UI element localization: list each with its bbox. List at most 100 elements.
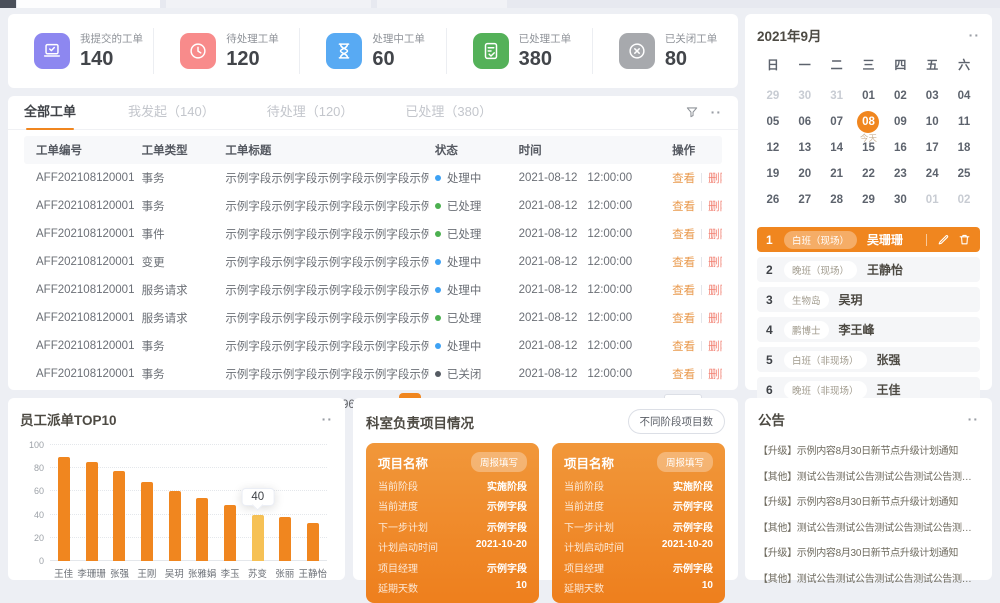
calendar-day[interactable]: 31 今天 bbox=[821, 85, 853, 111]
calendar-day[interactable]: 30 今天 bbox=[884, 189, 916, 215]
stage-count-button[interactable]: 不同阶段项目数 bbox=[628, 409, 726, 434]
projects-title: 科室负责项目情况 bbox=[366, 412, 474, 432]
calendar-day[interactable]: 07 今天 bbox=[821, 111, 853, 137]
workorder-tab[interactable]: 全部工单 bbox=[24, 96, 76, 130]
view-link[interactable]: 查看 bbox=[672, 313, 695, 325]
y-axis-tick: 0 bbox=[22, 556, 44, 566]
delete-link[interactable]: 删除 bbox=[708, 369, 722, 381]
divider bbox=[701, 369, 702, 379]
view-link[interactable]: 查看 bbox=[672, 229, 695, 241]
announcement-item[interactable]: 【其他】测试公告测试公告测试公告测试公告测试公告 bbox=[758, 570, 979, 585]
view-link[interactable]: 查看 bbox=[672, 257, 695, 269]
calendar-day[interactable]: 08 今天 bbox=[853, 111, 885, 137]
divider bbox=[701, 257, 702, 267]
announcement-item[interactable]: 【升级】示例内容8月30日新节点升级计划通知 bbox=[758, 442, 979, 457]
field-label: 计划启动时间 bbox=[564, 539, 624, 554]
more-icon[interactable]: ·· bbox=[968, 415, 979, 423]
col-header-status: 状态 bbox=[429, 136, 513, 164]
schedule-item[interactable]: 4 鹏博士 李王峰 bbox=[757, 317, 980, 342]
workorder-tab[interactable]: 待处理（120） bbox=[267, 96, 354, 130]
delete-link[interactable]: 删除 bbox=[708, 285, 722, 297]
delete-link[interactable]: 删除 bbox=[708, 257, 722, 269]
order-status: 处理中 bbox=[429, 276, 513, 304]
delete-link[interactable]: 删除 bbox=[708, 341, 722, 353]
calendar-day[interactable]: 30 今天 bbox=[789, 85, 821, 111]
field-value: 示例字段 bbox=[487, 498, 527, 513]
employee-name: 王佳 bbox=[877, 381, 901, 398]
more-icon[interactable]: ·· bbox=[322, 415, 333, 423]
view-link[interactable]: 查看 bbox=[672, 341, 695, 353]
workorder-tab[interactable]: 已处理（380） bbox=[405, 96, 492, 130]
y-axis-tick: 20 bbox=[22, 533, 44, 543]
announcement-item[interactable]: 【升级】示例内容8月30日新节点升级计划通知 bbox=[758, 544, 979, 559]
schedule-item[interactable]: 1 白班（现场） 吴珊珊 bbox=[757, 227, 980, 252]
calendar-day[interactable]: 12 今天 bbox=[757, 137, 789, 163]
announcement-item[interactable]: 【其他】测试公告测试公告测试公告测试公告测试公告 bbox=[758, 519, 979, 534]
calendar-day[interactable]: 02 今天 bbox=[948, 189, 980, 215]
view-link[interactable]: 查看 bbox=[672, 201, 695, 213]
weekly-report-button[interactable]: 周报填写 bbox=[471, 452, 527, 472]
schedule-item[interactable]: 3 生物岛 吴玥 bbox=[757, 287, 980, 312]
calendar-day[interactable]: 04 今天 bbox=[948, 85, 980, 111]
weekly-report-button[interactable]: 周报填写 bbox=[657, 452, 713, 472]
calendar-day[interactable]: 17 今天 bbox=[916, 137, 948, 163]
calendar-day[interactable]: 20 今天 bbox=[789, 163, 821, 189]
calendar-day[interactable]: 06 今天 bbox=[789, 111, 821, 137]
calendar-day[interactable]: 16 今天 bbox=[884, 137, 916, 163]
delete-link[interactable]: 删除 bbox=[708, 313, 722, 325]
order-status: 处理中 bbox=[429, 332, 513, 360]
field-label: 当前阶段 bbox=[564, 478, 604, 493]
chart-xlabels: 王佳李珊珊张强王刚吴玥张雅娟李玉苏变张丽王静怡 bbox=[50, 566, 327, 580]
view-link[interactable]: 查看 bbox=[672, 369, 695, 381]
calendar-day[interactable]: 13 今天 bbox=[789, 137, 821, 163]
calendar-day[interactable]: 01 今天 bbox=[916, 189, 948, 215]
calendar-day[interactable]: 05 今天 bbox=[757, 111, 789, 137]
order-actions: 查看 删除 bbox=[666, 360, 722, 388]
order-actions: 查看 删除 bbox=[666, 248, 722, 276]
stat-value: 120 bbox=[226, 48, 279, 71]
delete-link[interactable]: 删除 bbox=[708, 201, 722, 213]
trash-icon[interactable] bbox=[958, 233, 971, 246]
delete-link[interactable]: 删除 bbox=[708, 229, 722, 241]
announcement-item[interactable]: 【其他】测试公告测试公告测试公告测试公告测试公告 bbox=[758, 468, 979, 483]
calendar-day[interactable]: 29 今天 bbox=[853, 189, 885, 215]
field-value: 实施阶段 bbox=[673, 478, 713, 493]
filter-icon[interactable] bbox=[685, 105, 699, 119]
edit-icon[interactable] bbox=[937, 233, 950, 246]
x-axis-tick: 苏变 bbox=[244, 566, 271, 580]
more-icon[interactable]: ·· bbox=[711, 108, 722, 116]
calendar-day[interactable]: 28 今天 bbox=[821, 189, 853, 215]
announcement-item[interactable]: 【升级】示例内容8月30日新节点升级计划通知 bbox=[758, 493, 979, 508]
calendar-day[interactable]: 23 今天 bbox=[884, 163, 916, 189]
x-axis-tick: 张丽 bbox=[271, 566, 298, 580]
calendar-day[interactable]: 01 今天 bbox=[853, 85, 885, 111]
calendar-day[interactable]: 18 今天 bbox=[948, 137, 980, 163]
schedule-item[interactable]: 5 白班（非现场） 张强 bbox=[757, 347, 980, 372]
view-link[interactable]: 查看 bbox=[672, 173, 695, 185]
order-actions: 查看 删除 bbox=[666, 304, 722, 332]
calendar-day[interactable]: 14 今天 bbox=[821, 137, 853, 163]
more-icon[interactable]: ·· bbox=[969, 31, 980, 39]
calendar-day[interactable]: 10 今天 bbox=[916, 111, 948, 137]
schedule-item[interactable]: 2 晚班（现场） 王静怡 bbox=[757, 257, 980, 282]
schedule-rank: 5 bbox=[766, 353, 782, 367]
calendar-day[interactable]: 09 今天 bbox=[884, 111, 916, 137]
calendar-day[interactable]: 11 今天 bbox=[948, 111, 980, 137]
calendar-day[interactable]: 29 今天 bbox=[757, 85, 789, 111]
calendar-day[interactable]: 22 今天 bbox=[853, 163, 885, 189]
calendar-weekday: 六 bbox=[948, 53, 980, 77]
view-link[interactable]: 查看 bbox=[672, 285, 695, 297]
calendar-day[interactable]: 02 今天 bbox=[884, 85, 916, 111]
workorder-tab[interactable]: 我发起（140） bbox=[128, 96, 215, 130]
calendar-day[interactable]: 21 今天 bbox=[821, 163, 853, 189]
calendar-day[interactable]: 03 今天 bbox=[916, 85, 948, 111]
calendar-day[interactable]: 27 今天 bbox=[789, 189, 821, 215]
calendar-day[interactable]: 24 今天 bbox=[916, 163, 948, 189]
status-dot bbox=[435, 259, 441, 265]
delete-link[interactable]: 删除 bbox=[708, 173, 722, 185]
calendar-day[interactable]: 26 今天 bbox=[757, 189, 789, 215]
calendar-day[interactable]: 19 今天 bbox=[757, 163, 789, 189]
calendar-day[interactable]: 15 今天 bbox=[853, 137, 885, 163]
calendar-day[interactable]: 25 今天 bbox=[948, 163, 980, 189]
field-label: 下一步计划 bbox=[378, 519, 428, 534]
